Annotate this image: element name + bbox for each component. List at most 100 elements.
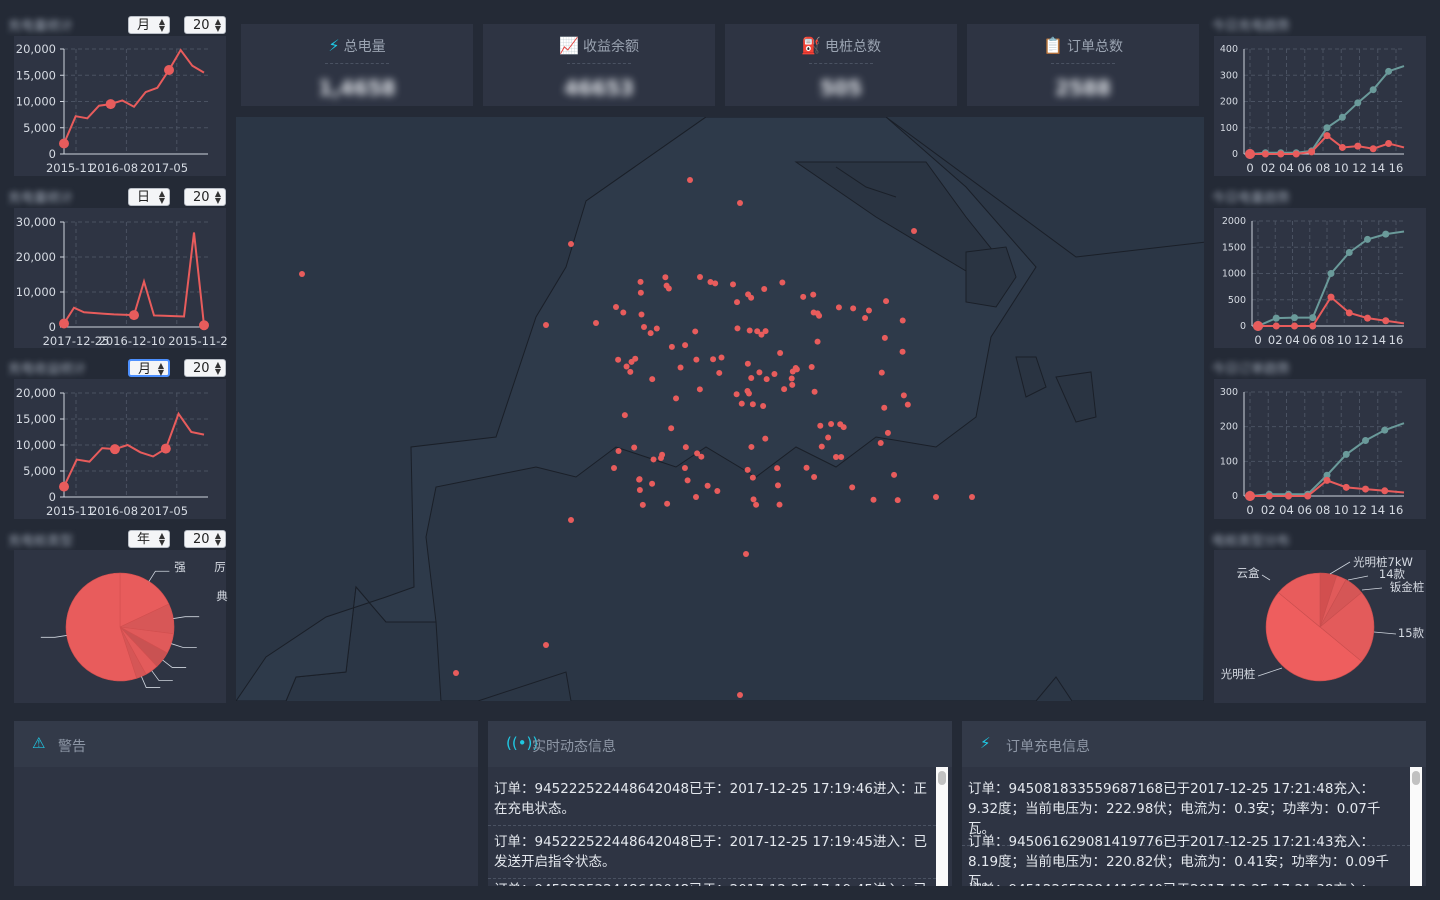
charger-marker[interactable] xyxy=(850,305,857,312)
charger-marker[interactable] xyxy=(750,496,757,503)
count-select[interactable]: 20 ▲ ▼ xyxy=(184,530,226,548)
charger-marker[interactable] xyxy=(761,285,768,292)
charger-marker[interactable] xyxy=(881,404,888,411)
charger-marker[interactable] xyxy=(746,327,753,334)
charger-marker[interactable] xyxy=(883,298,890,305)
charger-marker[interactable] xyxy=(693,493,700,500)
charger-marker[interactable] xyxy=(639,501,646,508)
charger-marker[interactable] xyxy=(817,422,824,429)
charger-marker[interactable] xyxy=(710,356,717,363)
charger-marker[interactable] xyxy=(744,388,751,395)
charger-marker[interactable] xyxy=(877,440,884,447)
charger-marker[interactable] xyxy=(899,348,906,355)
period-select[interactable]: 月 ▲ ▼ xyxy=(128,16,170,34)
charger-marker[interactable] xyxy=(789,381,796,388)
period-select[interactable]: 月 ▲ ▼ xyxy=(128,359,170,377)
charger-marker[interactable] xyxy=(628,358,635,365)
charger-marker[interactable] xyxy=(543,322,549,328)
charger-marker[interactable] xyxy=(808,364,815,371)
scrollbar-thumb[interactable] xyxy=(938,771,946,785)
charger-marker[interactable] xyxy=(870,496,877,503)
charger-marker[interactable] xyxy=(704,482,711,489)
charger-marker[interactable] xyxy=(748,375,755,382)
charger-marker[interactable] xyxy=(593,320,599,326)
charger-marker[interactable] xyxy=(673,395,680,402)
charger-marker[interactable] xyxy=(862,315,869,322)
charger-marker[interactable] xyxy=(662,274,669,281)
charger-marker[interactable] xyxy=(681,465,688,472)
charger-marker[interactable] xyxy=(733,391,740,398)
charger-marker[interactable] xyxy=(743,551,749,557)
charger-marker[interactable] xyxy=(637,289,644,296)
charger-marker[interactable] xyxy=(878,369,885,376)
charger-marker[interactable] xyxy=(734,299,741,306)
charger-marker[interactable] xyxy=(693,356,700,363)
charger-marker[interactable] xyxy=(684,477,691,484)
period-select[interactable]: 年 ▲ ▼ xyxy=(128,530,170,548)
charger-marker[interactable] xyxy=(696,386,703,393)
charger-marker[interactable] xyxy=(697,274,703,280)
charger-marker[interactable] xyxy=(663,282,670,289)
orders-scrollbar[interactable] xyxy=(1410,767,1422,886)
charger-marker[interactable] xyxy=(730,281,737,288)
charger-marker[interactable] xyxy=(899,317,906,324)
charger-marker[interactable] xyxy=(900,392,907,399)
charger-marker[interactable] xyxy=(811,388,818,395)
charger-marker[interactable] xyxy=(687,177,693,183)
charger-marker[interactable] xyxy=(865,307,872,314)
charger-marker[interactable] xyxy=(621,412,628,419)
charger-marker[interactable] xyxy=(692,328,699,335)
charger-marker[interactable] xyxy=(800,293,807,300)
map-svg[interactable] xyxy=(236,117,1204,701)
charger-marker[interactable] xyxy=(745,291,752,298)
charger-marker[interactable] xyxy=(969,494,975,500)
charger-marker[interactable] xyxy=(811,474,818,481)
charger-marker[interactable] xyxy=(758,331,765,338)
charger-marker[interactable] xyxy=(749,401,756,408)
charger-marker[interactable] xyxy=(453,670,459,676)
charger-marker[interactable] xyxy=(734,325,741,332)
charger-marker[interactable] xyxy=(744,466,751,473)
map-panel[interactable] xyxy=(236,117,1204,701)
charger-marker[interactable] xyxy=(682,342,689,349)
charger-marker[interactable] xyxy=(891,471,898,478)
charger-marker[interactable] xyxy=(810,309,817,316)
charger-marker[interactable] xyxy=(748,443,755,450)
charger-marker[interactable] xyxy=(627,368,634,375)
charger-marker[interactable] xyxy=(647,330,654,337)
count-select[interactable]: 20 ▲ ▼ xyxy=(184,359,226,377)
charger-marker[interactable] xyxy=(771,370,778,377)
charger-marker[interactable] xyxy=(781,386,788,393)
charger-marker[interactable] xyxy=(816,312,823,319)
charger-marker[interactable] xyxy=(737,692,743,698)
charger-marker[interactable] xyxy=(849,484,856,491)
charger-marker[interactable] xyxy=(777,349,784,356)
charger-marker[interactable] xyxy=(623,363,630,370)
charger-marker[interactable] xyxy=(712,280,719,287)
charger-marker[interactable] xyxy=(649,480,656,487)
charger-marker[interactable] xyxy=(664,500,671,507)
charger-marker[interactable] xyxy=(760,402,767,409)
charger-marker[interactable] xyxy=(636,487,643,494)
charger-marker[interactable] xyxy=(682,444,689,451)
charger-marker[interactable] xyxy=(714,487,721,494)
charger-marker[interactable] xyxy=(653,325,660,332)
charger-marker[interactable] xyxy=(814,338,821,345)
charger-marker[interactable] xyxy=(737,200,743,206)
charger-marker[interactable] xyxy=(904,401,911,408)
charger-marker[interactable] xyxy=(620,309,627,316)
charger-marker[interactable] xyxy=(650,456,657,463)
charger-marker[interactable] xyxy=(756,369,763,376)
charger-marker[interactable] xyxy=(825,434,832,441)
charger-marker[interactable] xyxy=(638,311,645,318)
charger-marker[interactable] xyxy=(837,421,844,428)
charger-marker[interactable] xyxy=(881,334,888,341)
charger-marker[interactable] xyxy=(668,425,675,432)
charger-marker[interactable] xyxy=(568,241,574,247)
charger-marker[interactable] xyxy=(636,476,643,483)
charger-marker[interactable] xyxy=(637,278,644,285)
charger-marker[interactable] xyxy=(894,497,901,504)
charger-marker[interactable] xyxy=(828,421,835,428)
charger-marker[interactable] xyxy=(779,279,786,286)
charger-marker[interactable] xyxy=(631,444,638,451)
